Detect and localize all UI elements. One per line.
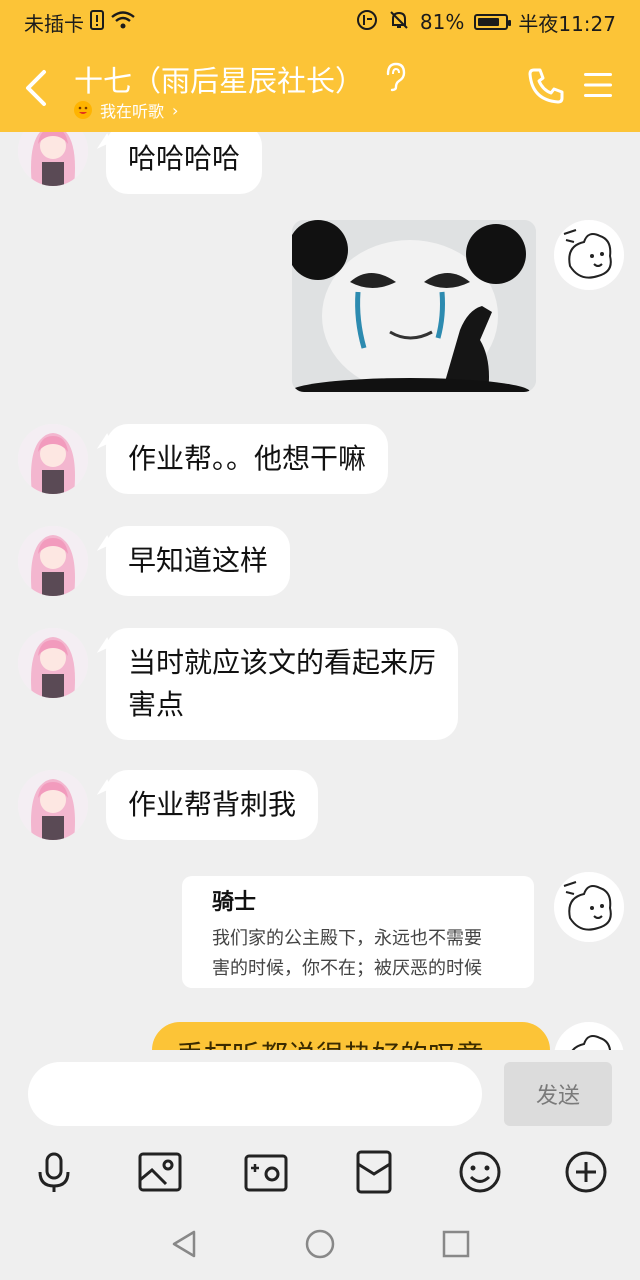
card-title: 骑士: [212, 890, 257, 915]
menu-button[interactable]: [582, 70, 614, 100]
phone-call-button[interactable]: [526, 66, 566, 106]
tool-bar: [0, 1138, 640, 1208]
nav-home-icon[interactable]: [302, 1226, 338, 1262]
sim-alert-icon: [90, 9, 104, 35]
music-emoji-icon: [74, 101, 92, 119]
contact-avatar[interactable]: [18, 526, 88, 596]
share-card[interactable]: 骑士 我们家的公主殿下，永远也不需要 害的时候，你不在；被厌恶的时候: [182, 876, 534, 988]
message-bubble[interactable]: 当时就应该文的看起来厉 害点: [106, 628, 459, 740]
message-input[interactable]: [28, 1062, 482, 1126]
my-avatar[interactable]: [554, 1022, 624, 1050]
chat-title[interactable]: 十七（雨后星辰社长）: [74, 58, 364, 100]
red-packet-icon[interactable]: [350, 1148, 398, 1196]
plus-icon[interactable]: [562, 1148, 610, 1196]
back-button[interactable]: [20, 66, 56, 110]
wifi-icon: [110, 10, 136, 35]
mute-bell-icon: [388, 9, 410, 36]
card-text-line: 我们家的公主殿下，永远也不需要: [212, 928, 482, 949]
chevron-left-icon: [26, 70, 46, 106]
contact-avatar[interactable]: [18, 132, 88, 186]
contact-avatar[interactable]: [18, 770, 88, 840]
card-text-line: 害的时候，你不在；被厌恶的时候: [212, 958, 482, 979]
my-avatar[interactable]: [554, 220, 624, 290]
battery-percent: 81%: [419, 10, 465, 34]
message-bubble[interactable]: 早知道这样: [106, 526, 291, 596]
phone-icon: [528, 68, 564, 104]
data-saver-icon: [356, 9, 378, 36]
carrier-label: 未插卡: [24, 11, 84, 36]
message-bubble[interactable]: 作业帮。。他想干嘛: [106, 424, 389, 494]
status-bar: 未插卡 81% 半夜11:27: [0, 0, 640, 44]
system-nav-bar: [0, 1208, 640, 1280]
subtitle-label: 我在听歌: [100, 102, 165, 121]
camera-icon[interactable]: [242, 1148, 290, 1196]
nav-back-icon[interactable]: [166, 1226, 202, 1262]
my-avatar[interactable]: [554, 872, 624, 942]
send-button[interactable]: 发送: [504, 1062, 612, 1126]
emoji-icon[interactable]: [456, 1148, 504, 1196]
message-bubble[interactable]: 作业帮背刺我: [106, 770, 319, 840]
image-icon[interactable]: [136, 1148, 184, 1196]
contact-avatar[interactable]: [18, 628, 88, 698]
nav-recents-icon[interactable]: [438, 1226, 474, 1262]
ear-icon[interactable]: [384, 62, 406, 92]
chevron-right-icon: ›: [172, 100, 179, 120]
microphone-icon[interactable]: [30, 1148, 78, 1196]
contact-avatar[interactable]: [18, 424, 88, 494]
listening-status[interactable]: 我在听歌 ›: [74, 98, 178, 122]
battery-icon: [474, 14, 512, 30]
clock: 半夜11:27: [518, 11, 616, 36]
chat-header: 十七（雨后星辰社长） 我在听歌 ›: [0, 44, 640, 132]
crying-panda-sticker-icon: [292, 220, 536, 392]
hamburger-icon: [584, 73, 612, 97]
sent-message-bubble[interactable]: 丢打听都说很热好的叹意: [152, 1022, 550, 1050]
sticker-image[interactable]: [292, 220, 536, 392]
message-bubble[interactable]: 哈哈哈哈: [106, 132, 263, 194]
input-bar: 发送: [0, 1050, 640, 1138]
chat-area[interactable]: 哈哈哈哈 作业帮。。他想干嘛 早知道这样 当时就应该文的看起来厉 害点 作业帮背…: [0, 132, 640, 1050]
